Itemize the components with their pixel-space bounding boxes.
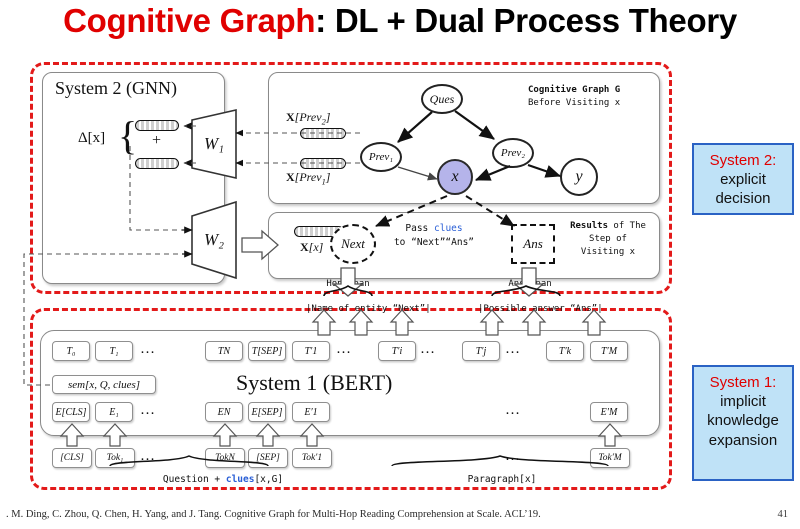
bert-tok-ellipsis: … [505, 448, 522, 464]
graph-node-y[interactable]: y [560, 158, 598, 196]
x-vector-label: X[x] [300, 240, 324, 254]
bert-e-ellipsis: … [505, 402, 522, 418]
question-pre: Question + [162, 474, 226, 485]
ans-span-label: Ans span [508, 279, 552, 289]
hop-span-label: Hop span [326, 279, 370, 289]
callout-system1: System 1: implicit knowledge expansion [692, 365, 794, 481]
pass-clues-word: clues [434, 223, 463, 234]
title-highlight: Cognitive Graph [63, 2, 316, 39]
bert-e-cell: E′M [590, 402, 628, 422]
bert-t-cell: T₁ [95, 341, 133, 361]
question-clues-word: clues [225, 474, 255, 485]
sem-box: sem[x, Q, clues] [52, 375, 156, 394]
delta-vector-top [135, 120, 179, 131]
pass-clues-label: Pass clues to “Next”“Ans” [368, 222, 500, 251]
bert-e-cell: E₁ [95, 402, 133, 422]
delta-vector-bottom [135, 158, 179, 169]
callout-system2: System 2: explicit decision [692, 143, 794, 215]
pass-line2: to “Next”“Ans” [393, 237, 475, 249]
bert-tok-ellipsis: … [140, 448, 157, 464]
cognitive-graph-caption: Cognitive Graph G Before Visiting x [528, 84, 620, 110]
name-of-entity-label: |Name of entity “Next”| [306, 304, 431, 314]
bert-t-ellipsis: … [505, 341, 522, 357]
bert-t-ellipsis: … [336, 341, 353, 357]
graph-node-prev1[interactable]: Prev₁ [360, 142, 402, 172]
question-post: [x,G] [254, 474, 284, 485]
system1-panel-label: System 1 (BERT) [236, 370, 393, 395]
bert-e-cell: E[CLS] [52, 402, 90, 422]
prev1-vector-label: X[Prev1] [286, 170, 331, 187]
plus-sign: + [152, 132, 162, 149]
bert-t-cell: T′k [546, 341, 584, 361]
result-node-ans[interactable]: Ans [511, 224, 555, 264]
bert-t-ellipsis: … [140, 341, 157, 357]
cognitive-graph-caption-bold: Cognitive Graph G [528, 85, 621, 95]
w2-label: W₂ [203, 230, 225, 249]
slide: Cognitive Graph: DL + Dual Process Theor… [0, 0, 800, 529]
callout-system1-line3: expansion [708, 431, 778, 449]
prev2-vector [300, 128, 346, 139]
bert-t-cell: T′j [462, 341, 500, 361]
bert-tok-cell: Tok′M [590, 448, 630, 468]
bert-tok-cell: [CLS] [52, 448, 92, 468]
graph-node-prev2[interactable]: Prev₂ [492, 138, 534, 168]
bert-e-ellipsis: … [140, 402, 157, 418]
w2-transform: W₂ [190, 200, 238, 280]
cognitive-graph-caption-sub: Before Visiting x [528, 98, 621, 109]
callout-system1-line1: implicit [720, 393, 766, 411]
results-caption-rest: of The [608, 221, 646, 231]
bert-t-cell: T′i [378, 341, 416, 361]
footer-citation: . M. Ding, C. Zhou, Q. Chen, H. Yang, an… [6, 509, 541, 520]
brace-glyph: { [118, 113, 138, 158]
bert-e-cell: E[SEP] [248, 402, 286, 422]
w1-transform: W₁ [190, 108, 238, 180]
question-clues-label: Question + clues[x,G] [108, 474, 338, 485]
prev1-vector [300, 158, 346, 169]
system2-panel-label: System 2 (GNN) [55, 78, 177, 98]
callout-system1-head: System 1: [709, 374, 777, 391]
results-caption-bold: Results [570, 221, 608, 231]
bert-t-cell: T′M [590, 341, 628, 361]
bert-t-cell: T[SEP] [248, 341, 286, 361]
bert-t-cell: T′1 [292, 341, 330, 361]
bert-e-cell: E′1 [292, 402, 330, 422]
page-number: 41 [777, 509, 789, 520]
results-caption-line2: Step of [589, 234, 627, 245]
possible-answer-label: |Possible answer “Ans”| [478, 304, 603, 314]
graph-node-x[interactable]: x [437, 159, 473, 195]
results-caption: Results of The Step of Visiting x [560, 220, 656, 259]
w1-label: W₁ [203, 134, 225, 153]
title-rest: : DL + Dual Process Theory [315, 2, 737, 39]
callout-system2-line1: explicit [720, 171, 766, 189]
paragraph-label: Paragraph[x] [467, 474, 537, 485]
page-title: Cognitive Graph: DL + Dual Process Theor… [0, 2, 800, 40]
bert-e-cell: EN [205, 402, 243, 422]
results-caption-line3: Visiting x [580, 247, 636, 258]
bert-tok-cell: Tok₁ [95, 448, 135, 468]
callout-system1-line2: knowledge [707, 412, 779, 430]
pass-pre: Pass [405, 223, 434, 234]
bert-t-cell: TN [205, 341, 243, 361]
callout-system2-line2: decision [715, 190, 771, 208]
delta-label: Δ[x] [78, 130, 106, 146]
footer: . M. Ding, C. Zhou, Q. Chen, H. Yang, an… [6, 509, 794, 520]
bert-tok-cell: Tok′1 [292, 448, 332, 468]
bert-tok-cell: TokN [205, 448, 245, 468]
graph-node-ques[interactable]: Ques [421, 84, 463, 114]
bert-tok-cell: [SEP] [248, 448, 288, 468]
bert-t-ellipsis: … [420, 341, 437, 357]
callout-system2-head: System 2: [709, 152, 777, 169]
prev2-vector-label: X[Prev2] [286, 110, 331, 127]
bert-t-cell: T₀ [52, 341, 90, 361]
